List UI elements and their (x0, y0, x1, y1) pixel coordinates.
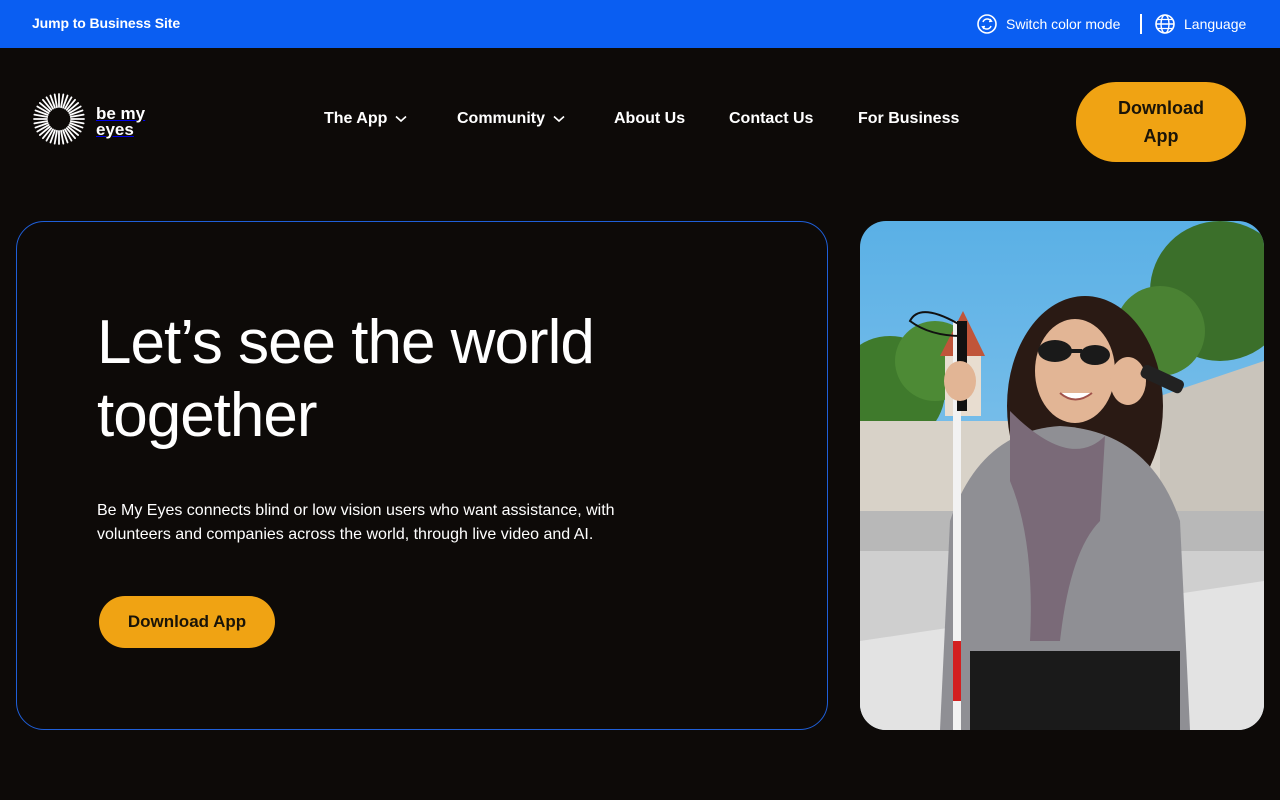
hero-download-app-button[interactable]: Download App (99, 596, 275, 648)
hero-title: Let’s see the world together (97, 308, 595, 450)
globe-icon (1154, 13, 1176, 35)
language-button[interactable]: Language (1154, 0, 1246, 48)
language-label: Language (1184, 16, 1247, 32)
top-utility-bar: Jump to Business Site Switch color mode (0, 0, 1280, 48)
nav-item-community[interactable]: Community (457, 110, 565, 128)
header-download-app-button[interactable]: Download App (1076, 82, 1246, 162)
topbar-divider (1140, 14, 1142, 34)
hero-card: Let’s see the world together Be My Eyes … (16, 221, 828, 730)
chevron-down-icon (553, 115, 565, 123)
nav-item-label: Community (457, 110, 545, 127)
jump-to-business-link[interactable]: Jump to Business Site (32, 15, 180, 31)
hero-description: Be My Eyes connects blind or low vision … (97, 502, 615, 543)
switch-color-mode-label: Switch color mode (1006, 16, 1121, 32)
nav-item-about-us[interactable]: About Us (614, 110, 685, 128)
color-mode-icon (976, 13, 998, 35)
nav-item-label: About Us (614, 110, 686, 127)
nav-item-the-app[interactable]: The App (324, 110, 407, 128)
nav-item-contact-us[interactable]: Contact Us (729, 110, 813, 128)
nav-item-label: For Business (858, 110, 960, 127)
nav-item-for-business[interactable]: For Business (858, 110, 959, 128)
hero-photo-woman-with-cane (860, 221, 1264, 730)
nav-item-label: Contact Us (729, 110, 814, 127)
switch-color-mode-button[interactable]: Switch color mode (976, 0, 1120, 48)
nav-item-label: The App (324, 110, 388, 127)
chevron-down-icon (395, 115, 407, 123)
